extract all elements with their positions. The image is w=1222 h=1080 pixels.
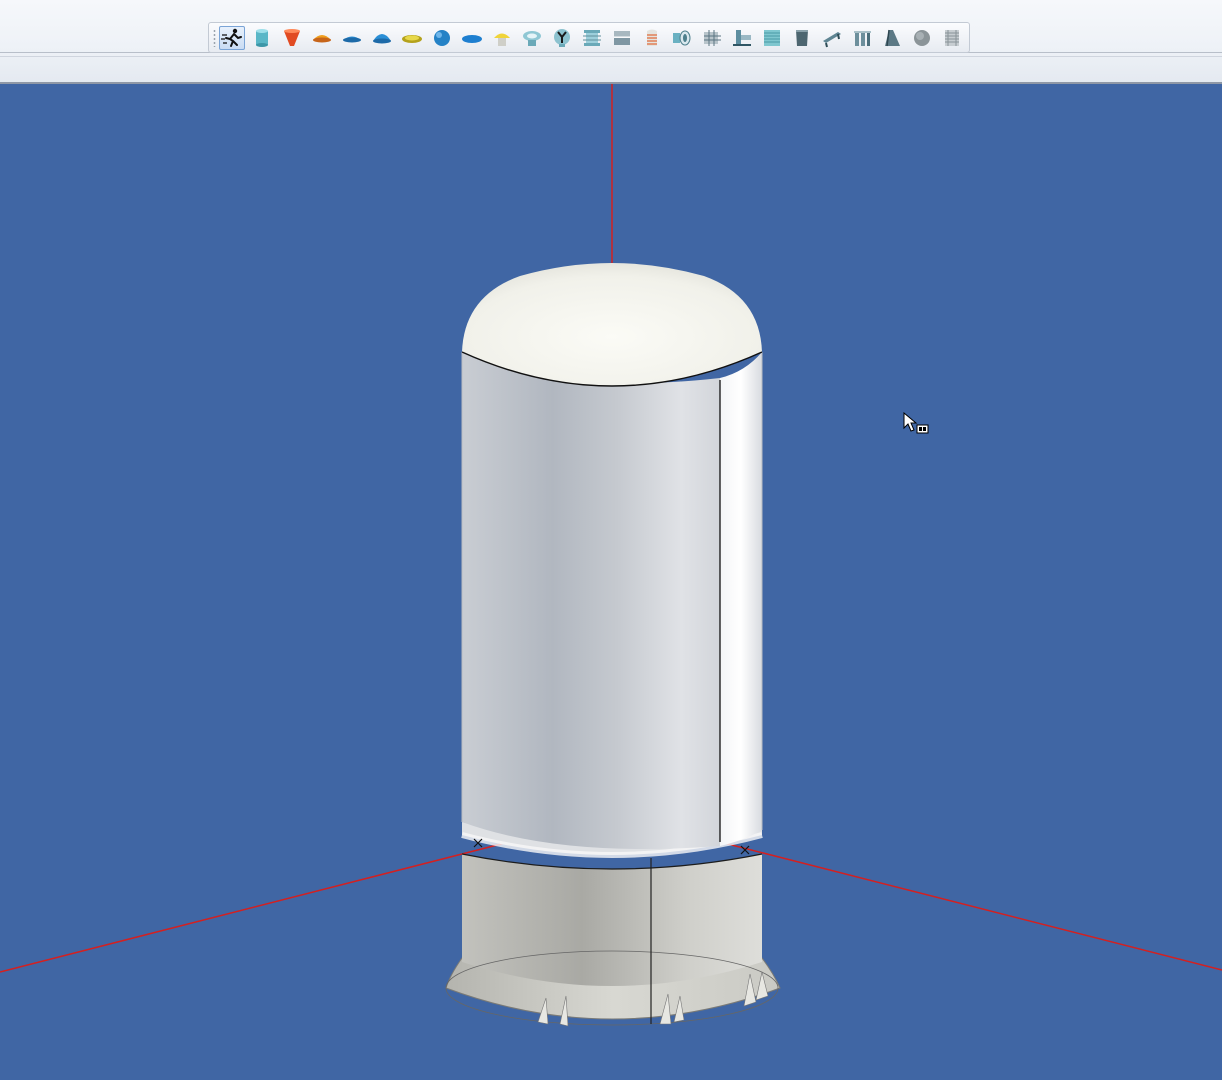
- reducer-button[interactable]: [609, 26, 635, 50]
- component-toolbar: [208, 22, 970, 53]
- cone-button[interactable]: [279, 26, 305, 50]
- flanged-head-button[interactable]: [399, 26, 425, 50]
- ribbon-divider: [0, 56, 1222, 57]
- mouse-cursor-icon: [903, 412, 929, 434]
- ladder-button[interactable]: [939, 26, 965, 50]
- nozzle-cap-icon: [494, 33, 510, 46]
- lug-support-button[interactable]: [849, 26, 875, 50]
- cylinder-button[interactable]: [249, 26, 275, 50]
- flat-dish-head-button[interactable]: [339, 26, 365, 50]
- saddle-support-button[interactable]: [729, 26, 755, 50]
- bellows-button[interactable]: [639, 26, 665, 50]
- tube-bundle-button[interactable]: [699, 26, 725, 50]
- cad-application-window: [0, 0, 1222, 1080]
- flat-cover-icon: [462, 35, 482, 43]
- flange-pair-button[interactable]: [579, 26, 605, 50]
- nozzle-cap-button[interactable]: [489, 26, 515, 50]
- skirt-icon: [796, 30, 808, 46]
- ribbon-area: [0, 0, 1222, 84]
- cylinder-icon: [256, 29, 268, 47]
- ellipsoidal-head-button[interactable]: [309, 26, 335, 50]
- vessel-shell[interactable]: [461, 352, 763, 849]
- tray-icon: [764, 30, 780, 46]
- ellipsoidal-head-icon: [313, 35, 331, 43]
- nozzle-icon: [673, 30, 691, 46]
- shell-front-face: [462, 352, 720, 849]
- flange-pair-icon: [583, 30, 601, 46]
- skirt-button[interactable]: [789, 26, 815, 50]
- top-head[interactable]: [461, 263, 763, 387]
- bellows-icon: [647, 29, 657, 46]
- run-icon: [221, 28, 242, 47]
- y-fitting-button[interactable]: [549, 26, 575, 50]
- vessel-scene: [0, 84, 1222, 1027]
- platform-button[interactable]: [909, 26, 935, 50]
- skirt-shell: [462, 854, 762, 986]
- dome-surface: [462, 263, 762, 386]
- hemispherical-head-icon: [373, 34, 391, 44]
- reducer-icon: [614, 31, 630, 45]
- hemispherical-head-button[interactable]: [369, 26, 395, 50]
- skirt-support[interactable]: [445, 854, 781, 1027]
- ring-support-icon: [885, 29, 900, 47]
- sphere-button[interactable]: [429, 26, 455, 50]
- ring-support-button[interactable]: [879, 26, 905, 50]
- toolbar-grip-handle[interactable]: [213, 29, 216, 47]
- x-axis-line: [0, 842, 506, 973]
- leg-support-button[interactable]: [819, 26, 845, 50]
- y-fitting-icon: [554, 29, 570, 47]
- axis-marker: [740, 845, 750, 855]
- leg-support-icon: [823, 32, 841, 48]
- platform-icon: [914, 30, 930, 46]
- cone-icon: [284, 29, 300, 46]
- flanged-head-icon: [402, 35, 422, 43]
- y-axis-line: [719, 841, 1222, 971]
- manway-button[interactable]: [519, 26, 545, 50]
- flat-dish-head-icon: [343, 36, 361, 43]
- manway-icon: [523, 31, 541, 46]
- 3d-viewport[interactable]: [0, 84, 1222, 1080]
- lug-support-icon: [854, 31, 871, 46]
- nozzle-button[interactable]: [669, 26, 695, 50]
- run-button[interactable]: [219, 26, 245, 50]
- flat-cover-button[interactable]: [459, 26, 485, 50]
- tube-bundle-icon: [704, 30, 721, 46]
- shell-side-face: [720, 352, 762, 846]
- saddle-support-icon: [733, 30, 751, 46]
- ladder-icon: [945, 30, 959, 46]
- sphere-icon: [434, 30, 450, 46]
- tray-button[interactable]: [759, 26, 785, 50]
